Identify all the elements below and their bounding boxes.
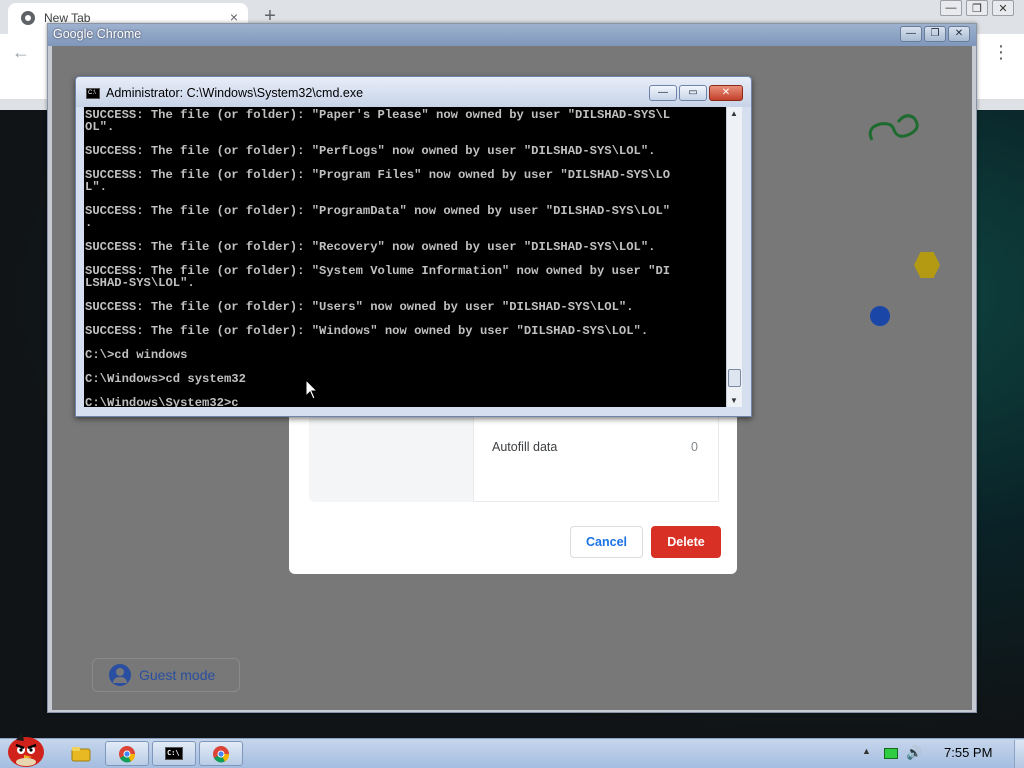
chrome-menu-icon[interactable]: ⋮ <box>992 42 1010 63</box>
cmd-icon: C:\ <box>165 747 183 760</box>
cmd-window-controls: — ▭ ✕ <box>649 85 743 101</box>
autofill-count: 0 <box>691 440 698 454</box>
console-line: C:\Windows>cd system32 <box>85 372 246 386</box>
back-arrow-icon[interactable]: ← <box>12 42 30 63</box>
close-button[interactable]: ✕ <box>709 85 743 101</box>
minimize-button[interactable]: — <box>900 26 922 42</box>
volume-icon[interactable]: 🔊 <box>906 745 922 761</box>
window-controls: — ❐ ✕ <box>900 26 970 42</box>
chrome-favicon-icon <box>21 11 35 25</box>
minimize-button[interactable]: — <box>649 85 677 101</box>
console-line: LSHAD-SYS\LOL". <box>85 276 195 290</box>
angry-bird-start-orb-icon[interactable] <box>2 728 50 768</box>
console-line: SUCCESS: The file (or folder): "PerfLogs… <box>85 144 656 158</box>
scrollbar-thumb[interactable] <box>728 369 741 387</box>
console-line: SUCCESS: The file (or folder): "Recovery… <box>85 240 656 254</box>
taskbar-chrome[interactable] <box>199 741 243 766</box>
scroll-up-arrow-icon[interactable]: ▲ <box>730 109 738 118</box>
decorative-hexagon-icon <box>914 252 940 278</box>
console-line: SUCCESS: The file (or folder): "Users" n… <box>85 300 634 314</box>
console-line: SUCCESS: The file (or folder): "Windows"… <box>85 324 649 338</box>
decorative-squiggle-icon <box>868 114 919 141</box>
console-line: SUCCESS: The file (or folder): "ProgramD… <box>85 204 671 218</box>
delete-button[interactable]: Delete <box>651 526 721 558</box>
window-title: Google Chrome <box>53 27 142 41</box>
clear-browsing-data-dialog: Autofill data 0 Cancel Delete <box>289 398 737 574</box>
cmd-window: C:\ Administrator: C:\Windows\System32\c… <box>75 76 752 417</box>
console-line: SUCCESS: The file (or folder): "Program … <box>85 168 671 182</box>
cmd-title: Administrator: C:\Windows\System32\cmd.e… <box>106 86 364 100</box>
console-line: . <box>85 216 93 230</box>
console-line: SUCCESS: The file (or folder): "Paper's … <box>85 108 671 122</box>
guest-mode-label: Guest mode <box>139 667 216 683</box>
autofill-label: Autofill data <box>492 440 558 454</box>
mouse-pointer-icon <box>305 379 319 400</box>
console-output[interactable]: SUCCESS: The file (or folder): "Paper's … <box>84 107 726 407</box>
chrome-icon <box>119 745 136 762</box>
taskbar-explorer[interactable] <box>66 741 96 766</box>
scroll-down-arrow-icon[interactable]: ▼ <box>730 396 738 405</box>
console-line: OL". <box>85 120 115 134</box>
cmd-titlebar[interactable]: C:\ Administrator: C:\Windows\System32\c… <box>76 77 751 107</box>
restore-button[interactable]: ❐ <box>966 0 988 16</box>
console-line: C:\>cd windows <box>85 348 188 362</box>
console-text: SUCCESS: The file (or folder): "Paper's … <box>85 109 726 407</box>
network-icon[interactable] <box>884 748 898 759</box>
cancel-button[interactable]: Cancel <box>570 526 643 558</box>
person-icon <box>109 664 131 686</box>
folder-icon <box>71 746 91 761</box>
tray-expand-icon[interactable]: ▲ <box>862 746 871 756</box>
console-line: L". <box>85 180 107 194</box>
taskbar-clock[interactable]: 7:55 PM <box>944 745 992 760</box>
cmd-icon: C:\ <box>86 88 100 99</box>
taskbar-cmd[interactable]: C:\ <box>152 741 196 766</box>
window-titlebar[interactable]: Google Chrome — ❐ ✕ <box>48 24 976 46</box>
console-line: C:\Windows\System32>c <box>85 396 239 407</box>
close-button[interactable]: ✕ <box>948 26 970 42</box>
guest-mode-button[interactable]: Guest mode <box>92 658 240 692</box>
console-scrollbar[interactable]: ▲ ▼ <box>726 107 742 407</box>
decorative-dot-icon <box>870 306 890 326</box>
chrome-icon <box>213 745 230 762</box>
maximize-button[interactable]: ❐ <box>924 26 946 42</box>
maximize-button[interactable]: ▭ <box>679 85 707 101</box>
close-button[interactable]: ✕ <box>992 0 1014 16</box>
minimize-button[interactable]: — <box>940 0 962 16</box>
chrome-window-controls: — ❐ ✕ <box>940 0 1014 16</box>
show-desktop-button[interactable] <box>1014 740 1024 768</box>
taskbar-chrome[interactable] <box>105 741 149 766</box>
